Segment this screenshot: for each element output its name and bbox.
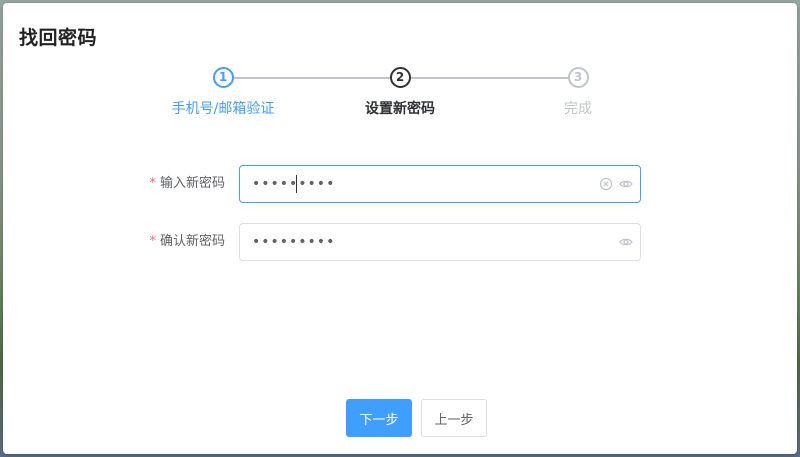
confirm-password-field[interactable] bbox=[239, 223, 641, 261]
step-label: 设置新密码 bbox=[365, 101, 435, 117]
confirm-password-input[interactable] bbox=[240, 224, 580, 260]
step-number: 1 bbox=[212, 67, 234, 88]
new-password-input[interactable] bbox=[240, 166, 580, 202]
label-text: 确认新密码 bbox=[159, 234, 225, 249]
new-password-label: * 输入新密码 bbox=[103, 165, 225, 203]
step-number: 2 bbox=[389, 67, 411, 88]
previous-step-button[interactable]: 上一步 bbox=[421, 399, 487, 437]
step-set-password: 2 设置新密码 bbox=[330, 67, 470, 118]
step-number: 3 bbox=[567, 67, 589, 88]
step-verify: 1 手机号/邮箱验证 bbox=[153, 67, 293, 118]
label-text: 输入新密码 bbox=[159, 176, 225, 191]
required-mark: * bbox=[149, 234, 156, 249]
eye-icon[interactable] bbox=[619, 235, 633, 249]
required-mark: * bbox=[149, 176, 156, 191]
confirm-password-row: * 确认新密码 bbox=[3, 223, 797, 261]
find-password-dialog: 找回密码 1 手机号/邮箱验证 2 设置新密码 3 完成 * 输入新密码 * 确… bbox=[3, 3, 797, 454]
step-label: 完成 bbox=[564, 101, 592, 117]
eye-icon[interactable] bbox=[619, 177, 633, 191]
confirm-password-label: * 确认新密码 bbox=[103, 223, 225, 261]
new-password-field[interactable] bbox=[239, 165, 641, 203]
text-caret bbox=[296, 175, 297, 193]
new-password-row: * 输入新密码 bbox=[3, 165, 797, 203]
next-step-button[interactable]: 下一步 bbox=[346, 399, 412, 437]
steps-indicator: 1 手机号/邮箱验证 2 设置新密码 3 完成 bbox=[3, 3, 797, 123]
step-complete: 3 完成 bbox=[508, 67, 648, 118]
step-label: 手机号/邮箱验证 bbox=[171, 101, 275, 117]
circle-close-icon[interactable] bbox=[599, 177, 613, 191]
